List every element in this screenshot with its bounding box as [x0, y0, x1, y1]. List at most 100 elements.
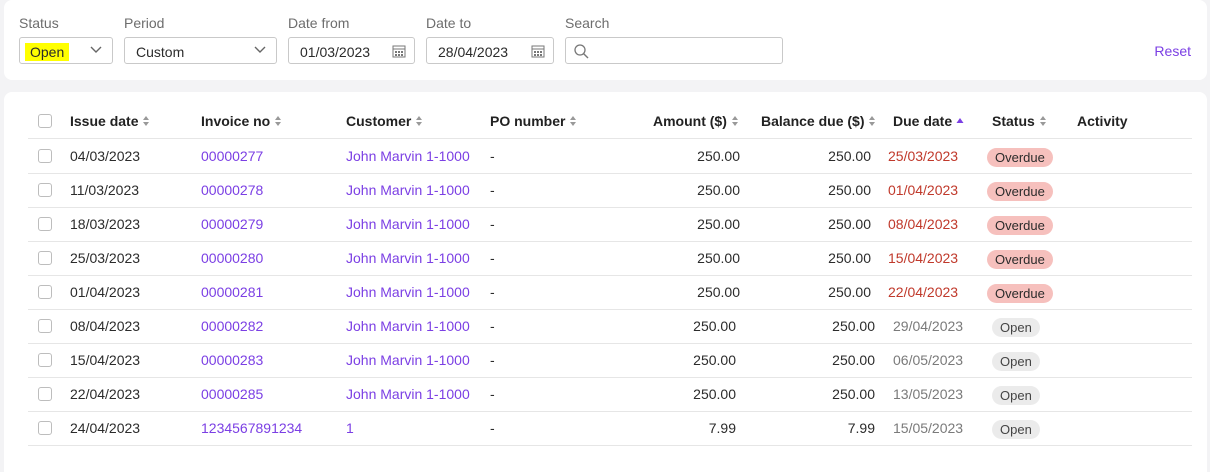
column-header-due-date[interactable]: Due date: [893, 104, 964, 138]
date-to-label: Date to: [426, 15, 472, 31]
table-header-row: Issue date Invoice no Customer PO number…: [28, 104, 1192, 139]
customer-link[interactable]: John Marvin 1-1000: [346, 139, 470, 173]
row-checkbox[interactable]: [38, 387, 52, 401]
date-to-input[interactable]: 28/04/2023: [426, 37, 554, 64]
balance-due-cell: 250.00: [828, 284, 871, 300]
issue-date-cell: 01/04/2023: [70, 284, 141, 300]
status-select[interactable]: Open: [19, 37, 113, 64]
invoice-no-link[interactable]: 00000282: [201, 309, 263, 343]
status-cell: Overdue: [987, 207, 1053, 241]
amount-cell: 250.00: [697, 148, 740, 164]
balance-due-cell: 250.00: [832, 352, 875, 368]
period-select[interactable]: Custom: [124, 37, 277, 64]
sort-icon[interactable]: [868, 115, 876, 127]
balance-due-cell: 250.00: [828, 250, 871, 266]
invoice-table: Issue date Invoice no Customer PO number…: [4, 92, 1207, 472]
invoice-no-link[interactable]: 00000283: [201, 343, 263, 377]
row-checkbox[interactable]: [38, 319, 52, 333]
calendar-icon[interactable]: [531, 44, 545, 58]
invoice-no-link[interactable]: 1234567891234: [201, 411, 302, 445]
due-date-cell: 13/05/2023: [893, 386, 964, 402]
customer-link[interactable]: John Marvin 1-1000: [346, 207, 470, 241]
invoice-no-link[interactable]: 00000281: [201, 275, 263, 309]
amount-cell: 250.00: [693, 386, 736, 402]
select-all-checkbox[interactable]: [38, 114, 52, 128]
customer-link[interactable]: John Marvin 1-1000: [346, 173, 470, 207]
customer-link[interactable]: John Marvin 1-1000: [346, 309, 470, 343]
calendar-icon[interactable]: [392, 44, 406, 58]
po-number-cell: -: [490, 216, 495, 232]
status-badge: Overdue: [987, 181, 1053, 201]
amount-cell: 250.00: [697, 284, 740, 300]
customer-link[interactable]: 1: [346, 411, 354, 445]
issue-date-cell: 24/04/2023: [70, 420, 141, 436]
status-badge: Open: [992, 317, 1040, 337]
status-badge: Overdue: [987, 249, 1053, 269]
row-checkbox[interactable]: [38, 421, 52, 435]
search-input[interactable]: [565, 37, 783, 64]
customer-link[interactable]: John Marvin 1-1000: [346, 377, 470, 411]
search-label: Search: [565, 15, 610, 31]
sort-icon[interactable]: [274, 115, 282, 127]
invoice-no-link[interactable]: 00000278: [201, 173, 263, 207]
invoice-no-link[interactable]: 00000285: [201, 377, 263, 411]
customer-link[interactable]: John Marvin 1-1000: [346, 343, 470, 377]
status-cell: Open: [992, 377, 1040, 411]
invoice-no-link[interactable]: 00000279: [201, 207, 263, 241]
customer-link[interactable]: John Marvin 1-1000: [346, 275, 470, 309]
po-number-cell: -: [490, 352, 495, 368]
column-header-amount[interactable]: Amount ($): [653, 104, 739, 138]
due-date-cell: 15/04/2023: [888, 250, 959, 266]
amount-cell: 250.00: [693, 318, 736, 334]
row-checkbox[interactable]: [38, 183, 52, 197]
due-date-cell: 15/05/2023: [893, 420, 964, 436]
sort-icon[interactable]: [731, 115, 739, 127]
chevron-down-icon: [254, 46, 266, 53]
date-from-input[interactable]: 01/03/2023: [288, 37, 415, 64]
status-cell: Open: [992, 309, 1040, 343]
row-checkbox[interactable]: [38, 217, 52, 231]
date-from-value: 01/03/2023: [300, 44, 371, 60]
issue-date-cell: 15/04/2023: [70, 352, 141, 368]
sort-icon[interactable]: [569, 115, 577, 127]
sort-icon[interactable]: [142, 115, 150, 127]
date-from-label: Date from: [288, 15, 350, 31]
sort-icon[interactable]: [415, 115, 423, 127]
row-checkbox[interactable]: [38, 353, 52, 367]
sort-asc-icon[interactable]: [956, 115, 964, 127]
row-checkbox[interactable]: [38, 251, 52, 265]
column-header-status[interactable]: Status: [992, 104, 1047, 138]
amount-cell: 7.99: [708, 420, 736, 436]
invoice-no-link[interactable]: 00000280: [201, 241, 263, 275]
status-badge: Open: [992, 351, 1040, 371]
table-row[interactable]: 15/04/2023 00000283 John Marvin 1-1000 - 250…: [28, 343, 1192, 378]
customer-link[interactable]: John Marvin 1-1000: [346, 241, 470, 275]
invoice-no-link[interactable]: 00000277: [201, 139, 263, 173]
table-row[interactable]: 18/03/2023 00000279 John Marvin 1-1000 - 250…: [28, 207, 1192, 242]
balance-due-cell: 250.00: [828, 182, 871, 198]
column-header-invoice-no[interactable]: Invoice no: [201, 104, 282, 138]
column-header-po-number[interactable]: PO number: [490, 104, 577, 138]
table-row[interactable]: 24/04/2023 1234567891234 1 - 7.99 7.99 15/05/2…: [28, 411, 1192, 446]
reset-button[interactable]: Reset: [1154, 43, 1191, 59]
table-row[interactable]: 11/03/2023 00000278 John Marvin 1-1000 - 250…: [28, 173, 1192, 208]
table-row[interactable]: 22/04/2023 00000285 John Marvin 1-1000 - 250…: [28, 377, 1192, 412]
issue-date-cell: 18/03/2023: [70, 216, 141, 232]
table-row[interactable]: 01/04/2023 00000281 John Marvin 1-1000 - 250…: [28, 275, 1192, 310]
po-number-cell: -: [490, 148, 495, 164]
balance-due-cell: 7.99: [847, 420, 875, 436]
row-checkbox[interactable]: [38, 285, 52, 299]
amount-cell: 250.00: [697, 250, 740, 266]
column-header-issue-date[interactable]: Issue date: [70, 104, 150, 138]
row-checkbox[interactable]: [38, 149, 52, 163]
sort-icon[interactable]: [1039, 115, 1047, 127]
table-row[interactable]: 25/03/2023 00000280 John Marvin 1-1000 - 250…: [28, 241, 1192, 276]
status-badge: Overdue: [987, 215, 1053, 235]
filter-bar: Status Open Period Custom Date from 01/0…: [4, 0, 1207, 80]
search-icon: [574, 44, 589, 59]
column-header-customer[interactable]: Customer: [346, 104, 423, 138]
column-header-balance-due[interactable]: Balance due ($): [761, 104, 876, 138]
table-row[interactable]: 08/04/2023 00000282 John Marvin 1-1000 - 250…: [28, 309, 1192, 344]
column-header-activity: Activity: [1077, 113, 1128, 129]
table-row[interactable]: 04/03/2023 00000277 John Marvin 1-1000 - 250…: [28, 139, 1192, 174]
